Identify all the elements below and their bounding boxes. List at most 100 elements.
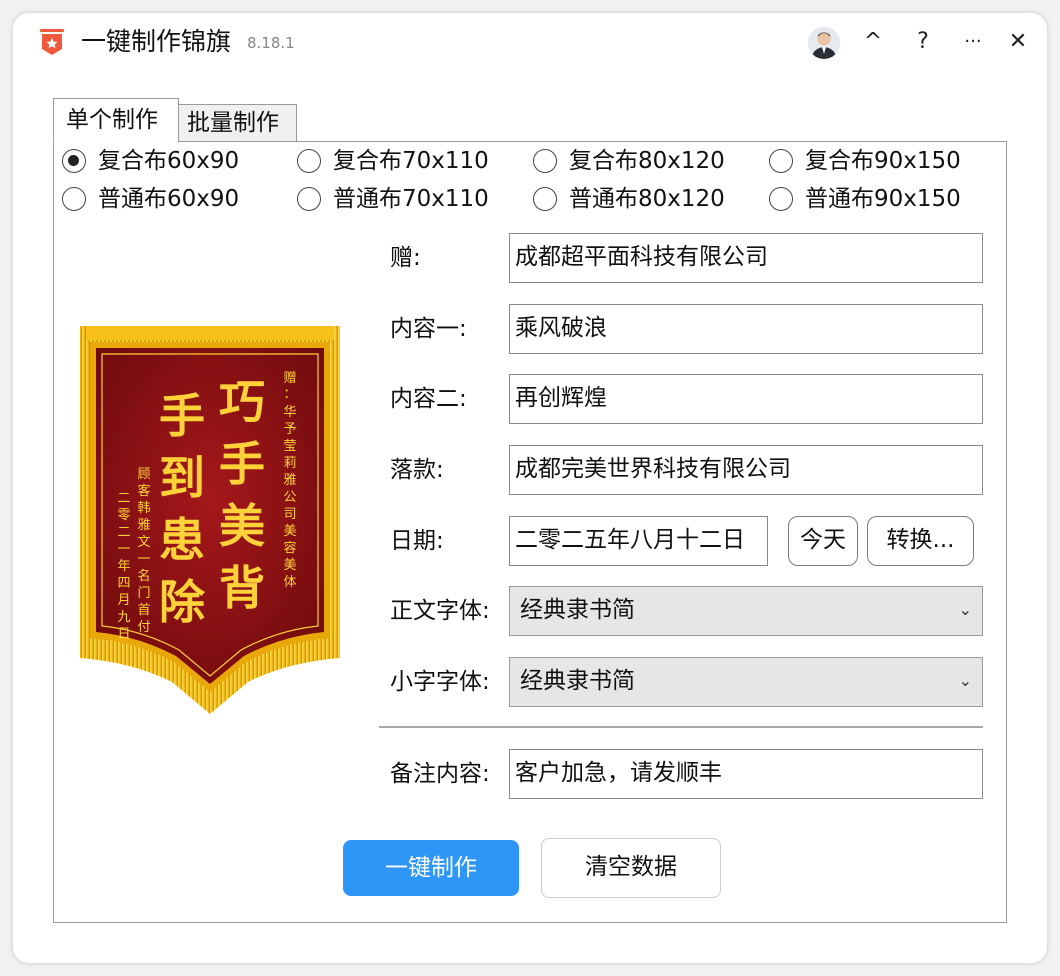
date-label: 日期:: [390, 528, 444, 554]
radio-plain-70x110[interactable]: 普通布70x110: [297, 184, 489, 214]
make-button[interactable]: 一键制作: [343, 840, 519, 896]
collapse-button[interactable]: ^: [856, 25, 890, 59]
radio-unchecked-icon: [297, 149, 321, 173]
close-button[interactable]: ✕: [1001, 25, 1035, 59]
radio-unchecked-icon: [533, 149, 557, 173]
svg-text:赠: 赠: [283, 371, 296, 386]
svg-text:雅: 雅: [283, 473, 296, 488]
content1-input[interactable]: 乘风破浪: [509, 304, 983, 354]
radio-unchecked-icon: [769, 187, 793, 211]
svg-text:美: 美: [283, 558, 296, 573]
radio-label: 普通布80x120: [569, 186, 725, 212]
radio-composite-80x120[interactable]: 复合布80x120: [533, 146, 725, 176]
banner-char: 除: [159, 575, 206, 629]
svg-text:：: ：: [283, 387, 296, 402]
radio-label: 普通布90x150: [805, 186, 961, 212]
svg-text:日: 日: [117, 627, 130, 642]
app-version: 8.18.1: [247, 34, 295, 52]
app-title: 一键制作锦旗: [81, 27, 232, 56]
help-button[interactable]: ?: [906, 25, 940, 59]
user-avatar[interactable]: [808, 27, 840, 59]
svg-text:九: 九: [117, 610, 130, 625]
svg-text:予: 予: [283, 422, 296, 437]
convert-button[interactable]: 转换...: [867, 516, 974, 566]
date-input[interactable]: 二零二五年八月十二日: [509, 516, 768, 566]
banner-char: 到: [159, 451, 205, 505]
svg-text:韩: 韩: [137, 501, 150, 516]
note-input[interactable]: 客户加急，请发顺丰: [509, 749, 983, 799]
svg-text:零: 零: [117, 508, 130, 523]
svg-text:四: 四: [117, 576, 130, 591]
single-make-panel: 复合布60x90 复合布70x110 复合布80x120 复合布90x150 普…: [53, 141, 1007, 923]
svg-text:一: 一: [117, 542, 130, 557]
chevron-down-icon: ⌄: [958, 671, 972, 690]
to-label: 赠:: [390, 245, 421, 271]
sign-label: 落款:: [390, 457, 444, 483]
tab-single[interactable]: 单个制作: [53, 98, 179, 143]
svg-text:文: 文: [137, 535, 150, 550]
radio-label: 复合布90x150: [805, 148, 961, 174]
small-font-select[interactable]: 经典隶书简 ⌄: [509, 657, 983, 707]
content2-label: 内容二:: [390, 386, 467, 412]
svg-text:莹: 莹: [283, 439, 296, 454]
radio-unchecked-icon: [62, 187, 86, 211]
banner-char: 背: [219, 561, 265, 615]
radio-plain-80x120[interactable]: 普通布80x120: [533, 184, 725, 214]
svg-text:莉: 莉: [283, 456, 296, 471]
banner-char: 巧: [219, 375, 265, 429]
radio-composite-70x110[interactable]: 复合布70x110: [297, 146, 489, 176]
chevron-down-icon: ⌄: [958, 600, 972, 619]
radio-unchecked-icon: [769, 149, 793, 173]
app-window: 一键制作锦旗 8.18.1 ^ ? ··· ✕ 单个制作 批量制作 复合布60x…: [13, 13, 1047, 963]
svg-text:顾: 顾: [137, 467, 150, 482]
svg-text:华: 华: [283, 405, 296, 420]
title-bar: 一键制作锦旗 8.18.1 ^ ? ··· ✕: [13, 13, 1047, 71]
radio-unchecked-icon: [533, 187, 557, 211]
banner-char: 患: [159, 513, 205, 567]
small-font-value: 经典隶书简: [520, 668, 635, 694]
radio-label: 复合布70x110: [333, 148, 489, 174]
banner-char: 手: [219, 437, 265, 491]
svg-text:门: 门: [137, 586, 150, 601]
app-logo-icon: [40, 29, 64, 55]
radio-composite-90x150[interactable]: 复合布90x150: [769, 146, 961, 176]
sign-input[interactable]: 成都完美世界科技有限公司: [509, 445, 983, 495]
radio-label: 复合布80x120: [569, 148, 725, 174]
banner-preview: 巧 手 美 背 手 到 患 除 赠：华 予莹莉 雅公司 美容美 体 顾客韩 雅文…: [80, 326, 340, 714]
banner-char: 美: [219, 499, 265, 553]
svg-text:二: 二: [117, 525, 130, 540]
svg-text:雅: 雅: [137, 518, 150, 533]
content2-input[interactable]: 再创辉煌: [509, 374, 983, 424]
radio-composite-60x90[interactable]: 复合布60x90: [62, 146, 239, 176]
svg-text:二: 二: [117, 491, 130, 506]
body-font-value: 经典隶书简: [520, 597, 635, 623]
svg-text:首: 首: [137, 603, 150, 618]
tab-batch[interactable]: 批量制作: [179, 104, 297, 142]
svg-text:月: 月: [117, 593, 130, 608]
content1-label: 内容一:: [390, 316, 467, 342]
body-font-label: 正文字体:: [390, 598, 490, 624]
svg-text:司: 司: [283, 507, 296, 522]
svg-text:体: 体: [283, 575, 296, 590]
svg-text:客: 客: [137, 483, 150, 499]
radio-label: 复合布60x90: [98, 148, 240, 174]
body-font-select[interactable]: 经典隶书简 ⌄: [509, 586, 983, 636]
svg-text:年: 年: [117, 559, 130, 574]
svg-text:公: 公: [283, 490, 296, 505]
svg-text:一: 一: [137, 552, 150, 567]
more-button[interactable]: ···: [956, 25, 990, 59]
radio-unchecked-icon: [297, 187, 321, 211]
small-font-label: 小字字体:: [390, 669, 490, 695]
svg-text:美: 美: [283, 524, 296, 539]
radio-label: 普通布70x110: [333, 186, 489, 212]
svg-text:容: 容: [283, 540, 296, 556]
radio-plain-90x150[interactable]: 普通布90x150: [769, 184, 961, 214]
form-divider: [379, 726, 983, 728]
clear-button[interactable]: 清空数据: [541, 838, 721, 898]
today-button[interactable]: 今天: [788, 516, 858, 566]
radio-checked-icon: [62, 149, 86, 173]
radio-plain-60x90[interactable]: 普通布60x90: [62, 184, 239, 214]
radio-label: 普通布60x90: [98, 186, 240, 212]
to-input[interactable]: 成都超平面科技有限公司: [509, 233, 983, 283]
svg-text:名: 名: [137, 568, 150, 584]
